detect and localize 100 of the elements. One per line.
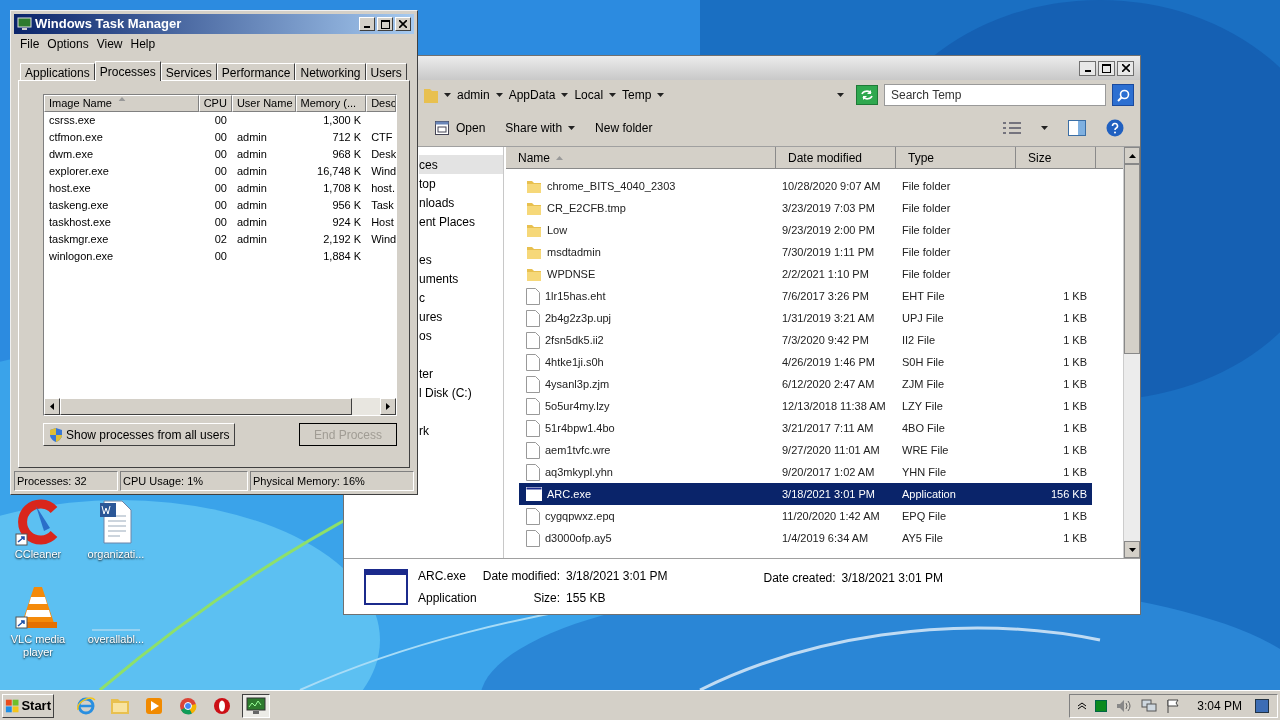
shield-icon xyxy=(49,427,63,442)
network-icon[interactable] xyxy=(1141,698,1158,713)
scroll-down-icon[interactable] xyxy=(1128,547,1136,552)
tray-status-icon[interactable] xyxy=(1095,699,1108,712)
scrollbar-thumb[interactable] xyxy=(1124,164,1140,354)
file-row[interactable]: aq3mkypl.yhn 9/20/2017 1:02 AM YHN File 1 KB xyxy=(519,461,1092,483)
navigation-item[interactable]: ter xyxy=(419,364,503,383)
file-row[interactable]: d3000ofp.ay5 1/4/2019 6:34 AM AY5 File 1 KB xyxy=(519,527,1092,549)
column-header[interactable]: User Name xyxy=(231,95,296,112)
show-desktop-icon[interactable] xyxy=(1255,698,1269,713)
tab[interactable]: Users xyxy=(365,63,407,80)
scroll-up-icon[interactable] xyxy=(1128,153,1136,158)
menu-item[interactable]: Options xyxy=(45,35,91,53)
toolbar-button[interactable]: New folder xyxy=(595,116,653,140)
file-size: 1 KB xyxy=(1063,310,1087,326)
toolbar-button[interactable]: Open xyxy=(434,116,486,140)
speaker-icon[interactable] xyxy=(1116,698,1133,713)
file-name: ARC.exe xyxy=(547,486,592,502)
file-row[interactable]: ARC.exe 3/18/2021 3:01 PM Application 156 KB xyxy=(519,483,1092,505)
search-button[interactable] xyxy=(1112,84,1134,106)
file-row[interactable]: 2fsn5dk5.ii2 7/3/2020 9:42 PM II2 File 1 KB xyxy=(519,329,1092,351)
file-icon xyxy=(526,441,540,459)
file-row[interactable]: 5o5ur4my.lzy 12/13/2018 11:38 AM LZY File 1 KB xyxy=(519,395,1092,417)
column-header[interactable]: Type xyxy=(896,147,1016,169)
navigation-item[interactable]: uments xyxy=(419,269,503,288)
file-type: S0H File xyxy=(901,354,946,370)
close-button[interactable] xyxy=(1117,60,1134,76)
navigation-item[interactable]: ces xyxy=(419,155,503,174)
table-cell-text: taskeng.exe xyxy=(49,198,109,214)
browser-e-icon xyxy=(76,695,96,716)
view-options-icon[interactable] xyxy=(1003,122,1021,134)
folder-icon xyxy=(526,266,542,282)
table-cell-text: winlogon.exe xyxy=(49,249,114,265)
file-type: EPQ File xyxy=(901,508,947,524)
file-icon xyxy=(526,507,540,525)
start-button[interactable]: Start xyxy=(2,693,54,718)
field-value: 3/18/2021 3:01 PM xyxy=(566,567,668,585)
preview-pane-icon[interactable] xyxy=(1068,120,1086,136)
column-header[interactable]: Name xyxy=(506,147,776,169)
navigation-item[interactable]: ures xyxy=(419,307,503,326)
file-row[interactable]: WPDNSE 2/2/2021 1:10 PM File folder xyxy=(519,263,1092,285)
file-row[interactable]: 51r4bpw1.4bo 3/21/2017 7:11 AM 4BO File 1 KB xyxy=(519,417,1092,439)
clock[interactable]: 3:04 PM xyxy=(1197,696,1242,715)
tab[interactable]: Applications xyxy=(20,63,95,80)
column-header[interactable]: Date modified xyxy=(776,147,896,169)
breadcrumb-item[interactable]: AppData xyxy=(508,86,556,104)
breadcrumb-item[interactable]: Local xyxy=(574,86,604,104)
navigation-item[interactable]: os xyxy=(419,326,503,345)
file-row[interactable]: CR_E2CFB.tmp 3/23/2019 7:03 PM File folder xyxy=(519,197,1092,219)
file-row[interactable]: Low 9/23/2019 2:00 PM File folder xyxy=(519,219,1092,241)
search-input[interactable]: Search Temp xyxy=(885,86,1105,104)
show-all-users-button[interactable]: Show processes from all users xyxy=(43,423,236,446)
file-row[interactable]: 2b4g2z3p.upj 1/31/2019 3:21 AM UPJ File 1 KB xyxy=(519,307,1092,329)
file-name: 4htke1ji.s0h xyxy=(545,354,604,370)
help-icon[interactable] xyxy=(1106,119,1124,137)
maximize-button[interactable] xyxy=(1098,60,1115,76)
navigation-item[interactable]: nloads xyxy=(419,193,503,212)
file-name: aq3mkypl.yhn xyxy=(545,464,613,480)
table-cell-text: admin xyxy=(236,198,267,214)
navigation-item[interactable]: rk xyxy=(419,421,503,440)
chevron-up-icon[interactable] xyxy=(1078,701,1087,710)
menu-item[interactable]: File xyxy=(18,35,42,53)
minimize-button[interactable] xyxy=(1079,60,1096,76)
taskbar-button[interactable] xyxy=(242,693,270,718)
table-cell-text: 1,300 K xyxy=(323,113,362,129)
menu-item[interactable]: Help xyxy=(128,35,158,53)
navigation-item[interactable]: top xyxy=(419,174,503,193)
tab[interactable]: Performance xyxy=(216,63,296,80)
flag-icon[interactable] xyxy=(1166,698,1181,713)
file-row[interactable]: chrome_BITS_4040_2303 10/28/2020 9:07 AM File folder xyxy=(519,175,1092,197)
navigation-item[interactable]: es xyxy=(419,250,503,269)
date-modified: 2/2/2021 1:10 PM xyxy=(781,266,870,282)
table-cell-text: Wind xyxy=(371,164,396,180)
breadcrumb-item[interactable]: Temp xyxy=(622,86,652,104)
table-cell-text: host. xyxy=(371,181,395,197)
tab[interactable]: Processes xyxy=(94,61,161,81)
column-header[interactable]: Memory (... xyxy=(295,95,367,112)
refresh-button[interactable] xyxy=(856,85,878,105)
column-header[interactable]: Desc xyxy=(366,95,396,112)
column-header[interactable]: Image Name xyxy=(44,95,200,112)
toolbar-button[interactable]: Share with xyxy=(505,116,576,140)
file-row[interactable]: aem1tvfc.wre 9/27/2020 11:01 AM WRE File 1 KB xyxy=(519,439,1092,461)
column-header[interactable]: CPU xyxy=(199,95,232,112)
scroll-left-icon[interactable] xyxy=(50,403,54,410)
scroll-right-icon[interactable] xyxy=(386,403,390,410)
navigation-item[interactable]: c xyxy=(419,288,503,307)
navigation-item[interactable]: ent Places xyxy=(419,212,503,231)
file-row[interactable]: cygqpwxz.epq 11/20/2020 1:42 AM EPQ File 1 KB xyxy=(519,505,1092,527)
column-header[interactable]: Size xyxy=(1016,147,1096,169)
navigation-item[interactable]: l Disk (C:) xyxy=(419,383,503,402)
tab[interactable]: Services xyxy=(160,63,217,80)
file-row[interactable]: 4htke1ji.s0h 4/26/2019 1:46 PM S0H File 1 KB xyxy=(519,351,1092,373)
date-modified: 12/13/2018 11:38 AM xyxy=(781,398,887,414)
file-row[interactable]: 1lr15has.eht 7/6/2017 3:26 PM EHT File 1 KB xyxy=(519,285,1092,307)
breadcrumb-item[interactable]: admin xyxy=(457,86,490,104)
file-row[interactable]: msdtadmin 7/30/2019 1:11 PM File folder xyxy=(519,241,1092,263)
file-row[interactable]: 4ysanl3p.zjm 6/12/2020 2:47 AM ZJM File 1 KB xyxy=(519,373,1092,395)
menu-item[interactable]: View xyxy=(94,35,125,53)
tab[interactable]: Networking xyxy=(295,63,366,80)
maximize-icon xyxy=(1102,63,1111,73)
